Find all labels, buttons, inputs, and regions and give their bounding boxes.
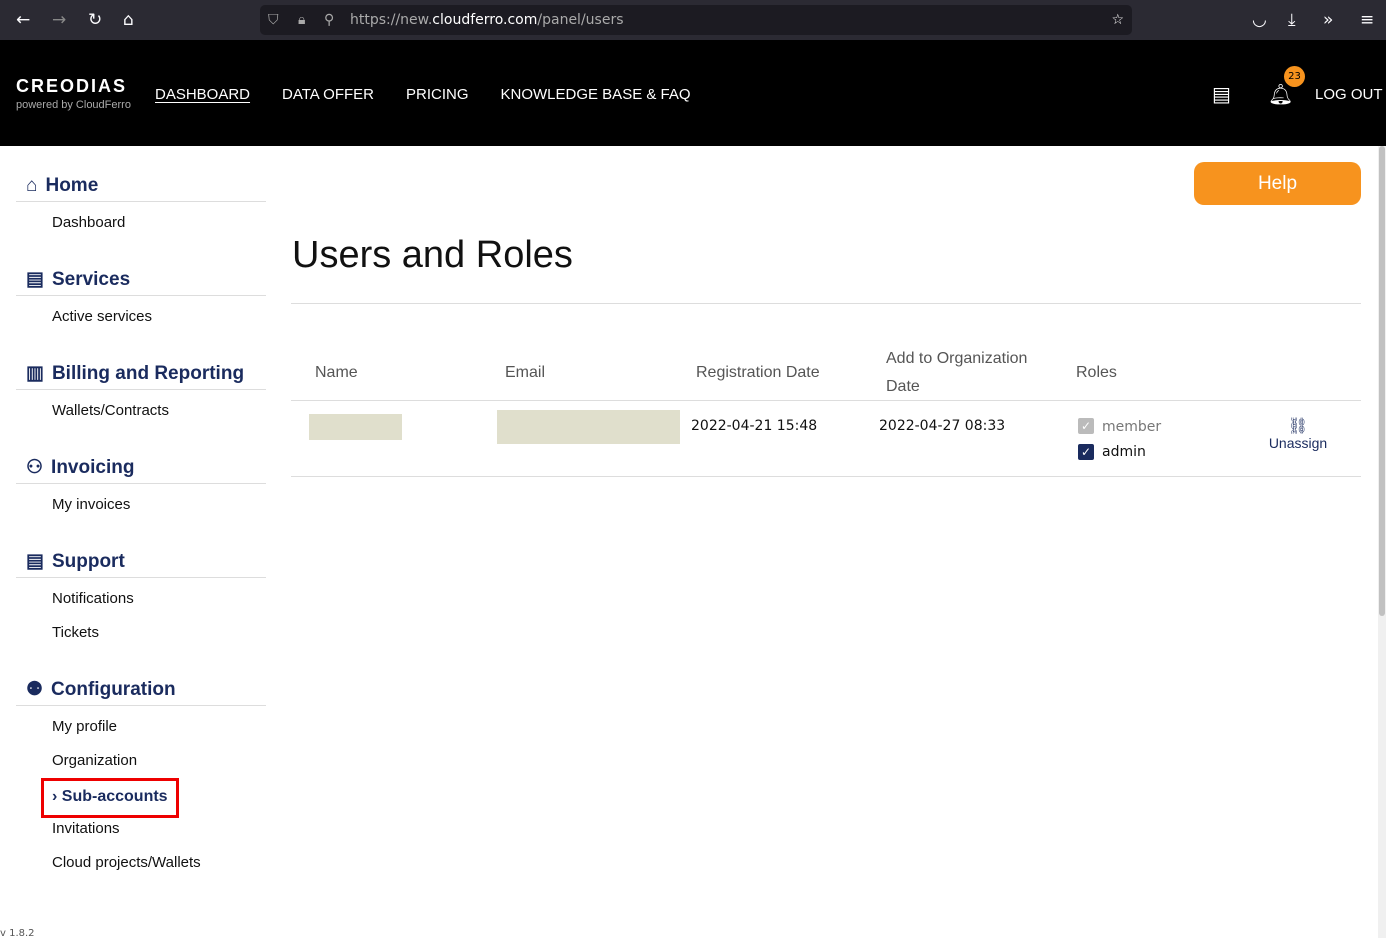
section-title: Invoicing	[51, 456, 135, 478]
chevron-right-icon: ›	[52, 788, 62, 805]
nav-knowledge-base[interactable]: KNOWLEDGE BASE & FAQ	[501, 86, 691, 103]
sidebar-section-invoicing[interactable]: ⚇ Invoicing	[16, 454, 266, 484]
role-admin: admin	[1102, 444, 1146, 460]
row-divider	[291, 476, 1361, 477]
column-name: Name	[315, 364, 358, 381]
url-prefix: https://new.	[350, 12, 433, 28]
sidebar: ⌂ Home Dashboard ▤ Services Active service…	[16, 146, 266, 880]
add-date: 2022-04-27 08:33	[879, 418, 1006, 434]
sidebar-section-services[interactable]: ▤ Services	[16, 266, 266, 296]
billing-icon: ▥	[26, 363, 44, 384]
invoice-icon: ⚇	[26, 457, 44, 478]
sidebar-item-active-services[interactable]: Active services	[16, 300, 266, 334]
divider	[291, 303, 1361, 304]
role-member: member	[1102, 419, 1162, 435]
unassign-label: Unassign	[1268, 435, 1328, 451]
column-registration-date: Registration Date	[696, 364, 820, 381]
home-icon: ⌂	[26, 174, 38, 196]
shield-icon: ⛉	[268, 12, 279, 28]
page-title: Users and Roles	[292, 234, 573, 276]
user-config-icon: ⚉	[26, 679, 44, 700]
admin-checkbox[interactable]: ✓	[1078, 444, 1094, 460]
column-add-date: Add to Organization Date	[886, 350, 1028, 395]
nav-data-offer[interactable]: DATA OFFER	[282, 86, 374, 103]
top-nav: CREODIAS powered by CloudFerro DASHBOARD…	[0, 40, 1386, 146]
back-icon[interactable]: ←	[16, 10, 30, 30]
version: v 1.8.2	[0, 928, 35, 939]
url-domain: cloudferro.com	[432, 12, 538, 28]
section-title: Configuration	[51, 678, 176, 700]
sidebar-item-tickets[interactable]: Tickets	[16, 616, 266, 650]
reload-icon[interactable]: ↻	[88, 10, 102, 30]
support-icon: ▤	[26, 551, 44, 572]
browser-toolbar: ← → ↻ ⌂ ⛉ 🔒︎ ⚲ https://new.cloudferro.co…	[0, 0, 1386, 40]
table-header-divider	[291, 400, 1361, 401]
section-title: Support	[51, 550, 125, 572]
scrollbar[interactable]	[1378, 146, 1386, 938]
home-icon[interactable]: ⌂	[123, 10, 134, 30]
sidebar-section-billing[interactable]: ▥ Billing and Reporting	[16, 360, 266, 390]
permissions-icon: ⚲	[324, 12, 335, 28]
sidebar-item-dashboard[interactable]: Dashboard	[16, 206, 266, 240]
sidebar-item-cloud-projects[interactable]: Cloud projects/Wallets	[16, 846, 266, 880]
sidebar-item-organization[interactable]: Organization	[16, 744, 266, 778]
logout-link[interactable]: LOG OUT	[1315, 86, 1383, 103]
lock-icon: 🔒︎	[298, 12, 306, 28]
member-checkbox[interactable]: ✓	[1078, 418, 1094, 434]
sidebar-section-configuration[interactable]: ⚉ Configuration	[16, 676, 266, 706]
sidebar-item-notifications[interactable]: Notifications	[16, 582, 266, 616]
redacted-email	[497, 410, 680, 444]
section-title: Home	[45, 174, 99, 196]
nav-pricing[interactable]: PRICING	[406, 86, 469, 103]
sidebar-item-my-invoices[interactable]: My invoices	[16, 488, 266, 522]
unlink-icon: ⛓	[1287, 416, 1309, 435]
column-roles: Roles	[1076, 364, 1117, 381]
pocket-icon[interactable]: ◡	[1252, 10, 1267, 30]
sidebar-section-home[interactable]: ⌂ Home	[16, 172, 266, 202]
url-path: /panel/users	[537, 12, 624, 28]
sidebar-section-support[interactable]: ▤ Support	[16, 548, 266, 578]
logo-text: CREODIAS	[16, 76, 128, 96]
section-title: Billing and Reporting	[51, 362, 245, 384]
bookmark-star-icon[interactable]: ☆	[1111, 12, 1124, 28]
forward-icon[interactable]: →	[52, 10, 66, 30]
registration-date: 2022-04-21 15:48	[691, 418, 818, 434]
menu-icon[interactable]: ≡	[1360, 10, 1374, 30]
creodias-logo[interactable]: CREODIAS powered by CloudFerro	[16, 76, 131, 111]
notification-badge: 23	[1284, 66, 1305, 87]
address-bar[interactable]: ⛉ 🔒︎ ⚲ https://new.cloudferro.com/panel/…	[260, 5, 1132, 35]
nav-dashboard[interactable]: DASHBOARD	[155, 86, 250, 103]
chat-icon[interactable]: ▤	[1212, 82, 1231, 106]
sidebar-item-wallets[interactable]: Wallets/Contracts	[16, 394, 266, 428]
unassign-button[interactable]: ⛓ Unassign	[1264, 416, 1332, 451]
help-button[interactable]: Help	[1194, 162, 1361, 205]
redacted-name	[309, 414, 402, 440]
download-icon[interactable]: ⤓	[1288, 10, 1296, 30]
column-email: Email	[505, 364, 546, 381]
list-icon: ▤	[26, 269, 44, 290]
more-tools-icon[interactable]: »	[1323, 10, 1333, 30]
sidebar-item-my-profile[interactable]: My profile	[16, 710, 266, 744]
powered-by: powered by CloudFerro	[16, 99, 131, 111]
item-label: Sub-accounts	[61, 788, 168, 805]
section-title: Services	[51, 268, 131, 290]
